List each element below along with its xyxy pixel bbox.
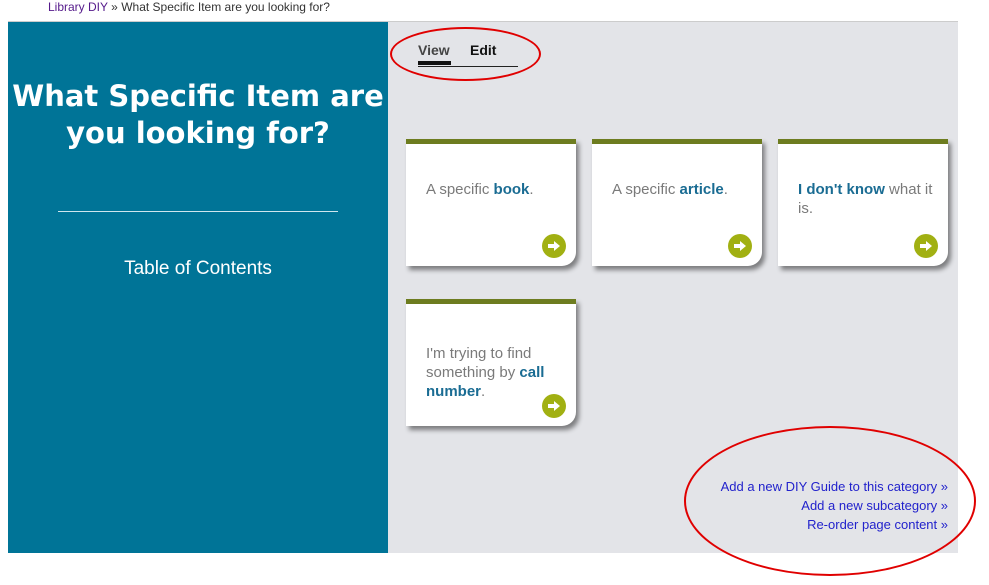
main-content: View Edit A specific book. A specific ar… bbox=[388, 22, 958, 553]
arrow-right-icon[interactable] bbox=[542, 394, 566, 418]
add-subcategory-link[interactable]: Add a new subcategory » bbox=[721, 496, 948, 515]
tab-view[interactable]: View bbox=[418, 42, 451, 65]
sidebar: What Specific Item are you looking for? … bbox=[8, 22, 388, 553]
breadcrumb-separator: » bbox=[111, 0, 118, 14]
breadcrumb: Library DIY » What Specific Item are you… bbox=[48, 0, 330, 15]
sidebar-divider bbox=[58, 211, 338, 212]
arrow-right-icon[interactable] bbox=[728, 234, 752, 258]
page-title: What Specific Item are you looking for? bbox=[12, 79, 384, 150]
tab-view-active-indicator bbox=[418, 61, 451, 65]
tab-edit[interactable]: Edit bbox=[470, 42, 496, 58]
card-text: A specific book. bbox=[426, 181, 534, 198]
tab-edit-label: Edit bbox=[470, 42, 497, 58]
card-text: I'm trying to find something by call num… bbox=[426, 345, 545, 400]
card-article[interactable]: A specific article. bbox=[592, 139, 762, 266]
card-text: A specific article. bbox=[612, 181, 728, 198]
breadcrumb-current: What Specific Item are you looking for? bbox=[121, 0, 330, 14]
card-text: I don't know what it is. bbox=[798, 181, 933, 217]
card-call-number[interactable]: I'm trying to find something by call num… bbox=[406, 299, 576, 426]
arrow-right-icon[interactable] bbox=[914, 234, 938, 258]
view-edit-tabs: View Edit bbox=[418, 42, 518, 67]
table-of-contents-link[interactable]: Table of Contents bbox=[8, 258, 388, 280]
add-diy-guide-link[interactable]: Add a new DIY Guide to this category » bbox=[721, 477, 948, 496]
tab-view-label: View bbox=[418, 42, 450, 58]
arrow-right-icon[interactable] bbox=[542, 234, 566, 258]
card-dont-know[interactable]: I don't know what it is. bbox=[778, 139, 948, 266]
admin-links: Add a new DIY Guide to this category » A… bbox=[721, 477, 948, 534]
card-book[interactable]: A specific book. bbox=[406, 139, 576, 266]
reorder-content-link[interactable]: Re-order page content » bbox=[721, 515, 948, 534]
breadcrumb-link-library-diy[interactable]: Library DIY bbox=[48, 0, 108, 14]
